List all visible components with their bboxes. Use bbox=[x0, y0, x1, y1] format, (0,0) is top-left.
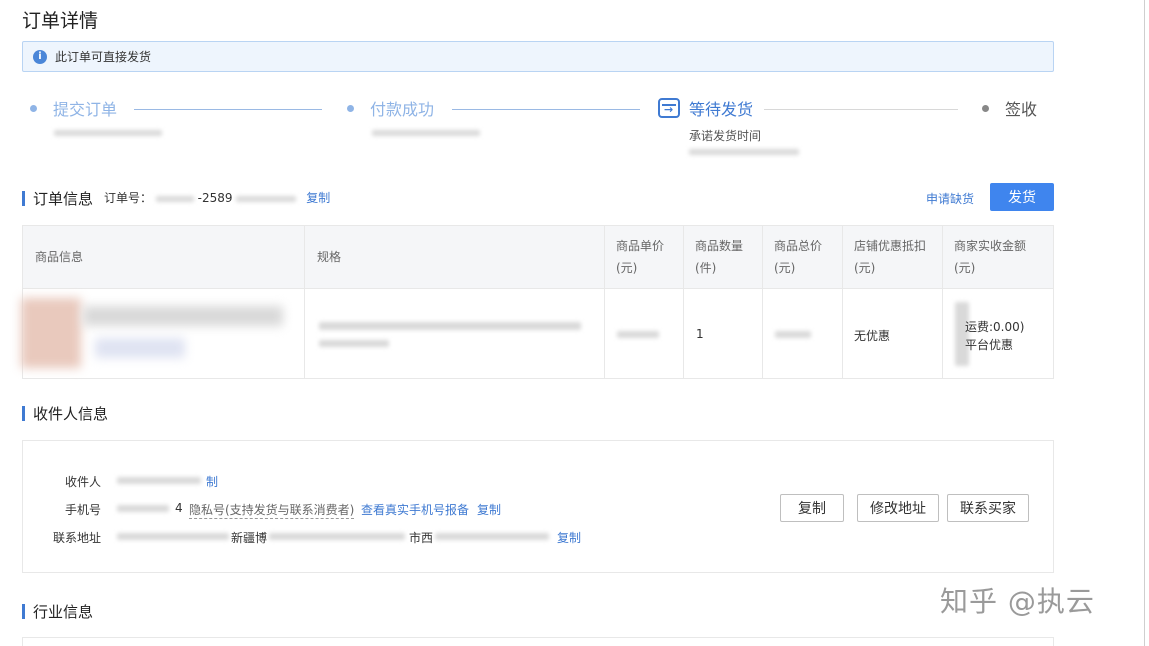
privacy-number-note: 隐私号(支持发货与联系消费者) bbox=[189, 503, 355, 519]
column-divider bbox=[842, 226, 843, 378]
section-title: 订单信息 bbox=[33, 190, 94, 208]
address-visible-part: 市西 bbox=[409, 531, 434, 545]
order-progress-steps: 提交订单 付款成功 等待发货 承诺发货时间 签收 bbox=[22, 96, 1054, 160]
edit-address-button[interactable]: 修改地址 bbox=[857, 494, 939, 522]
blurred-unit-price bbox=[617, 331, 659, 338]
step-dot bbox=[982, 104, 989, 112]
step-payment-success: 付款成功 bbox=[347, 96, 434, 120]
copy-order-number-link[interactable]: 复制 bbox=[306, 191, 330, 205]
column-divider bbox=[304, 226, 305, 378]
step-connector bbox=[452, 109, 640, 110]
header-line: 店铺优惠抵扣 bbox=[854, 239, 927, 253]
blurred-spec bbox=[319, 340, 389, 347]
column-divider bbox=[942, 226, 943, 378]
shipment-box-icon bbox=[658, 98, 680, 118]
address-label: 联系地址 bbox=[52, 531, 101, 545]
info-icon: i bbox=[33, 49, 47, 64]
blurred-time bbox=[689, 149, 799, 155]
order-items-table: 商品信息 规格 商品单价 (元) 商品数量 (件) 商品总价 (元) 店铺优惠抵… bbox=[21, 225, 1054, 379]
header-unit: (元) bbox=[954, 261, 976, 275]
blurred-spec bbox=[319, 322, 581, 330]
window-edge bbox=[1144, 0, 1145, 646]
cell-quantity: 1 bbox=[696, 327, 704, 341]
step-dot bbox=[30, 104, 37, 112]
phone-label: 手机号 bbox=[64, 503, 101, 517]
cell-platform-discount: 平台优惠 bbox=[965, 338, 1014, 352]
column-divider bbox=[683, 226, 684, 378]
blurred-phone bbox=[117, 505, 169, 512]
zhihu-watermark: 知乎 @执云 bbox=[940, 585, 1095, 618]
order-number-value: -2589 bbox=[197, 191, 233, 205]
promised-ship-time-label: 承诺发货时间 bbox=[689, 129, 762, 143]
blurred-product-name bbox=[95, 338, 185, 358]
section-accent-bar bbox=[22, 191, 25, 206]
copy-phone-link[interactable]: 复制 bbox=[477, 501, 501, 518]
phone-visible: 4 bbox=[175, 501, 183, 515]
step-awaiting-shipment: 等待发货 bbox=[658, 96, 753, 120]
blurred-time bbox=[54, 130, 162, 136]
header-unit: (件) bbox=[695, 261, 717, 275]
ship-button[interactable]: 发货 bbox=[990, 183, 1054, 211]
step-connector bbox=[134, 109, 322, 110]
header-line: 商品数量 bbox=[695, 239, 744, 253]
industry-info-panel bbox=[22, 637, 1054, 646]
notice-text: 此订单可直接发货 bbox=[55, 50, 152, 64]
blurred-receiver-name bbox=[117, 477, 201, 484]
order-number: 订单号： -2589 复制 bbox=[104, 189, 330, 206]
blurred-total-price bbox=[775, 331, 811, 338]
header-unit: (元) bbox=[774, 261, 796, 275]
page-title: 订单详情 bbox=[22, 10, 99, 32]
header-line: 商品单价 bbox=[616, 239, 665, 253]
header-shop-discount: 店铺优惠抵扣 (元) bbox=[854, 235, 926, 279]
column-divider bbox=[604, 226, 605, 378]
section-title: 收件人信息 bbox=[33, 405, 109, 423]
section-accent-bar bbox=[22, 604, 25, 619]
receiver-info-header: 收件人信息 bbox=[22, 403, 108, 424]
header-spec: 规格 bbox=[317, 250, 342, 264]
blurred-order-suffix bbox=[236, 195, 297, 202]
apply-shortage-link[interactable]: 申请缺货 bbox=[926, 190, 974, 207]
order-number-label: 订单号： bbox=[104, 191, 153, 205]
step-label: 提交订单 bbox=[53, 100, 118, 119]
contact-buyer-button[interactable]: 联系买家 bbox=[947, 494, 1029, 522]
step-signed: 签收 bbox=[982, 96, 1037, 120]
section-accent-bar bbox=[22, 406, 25, 421]
cell-shop-discount: 无优惠 bbox=[854, 329, 891, 343]
copy-receiver-button[interactable]: 复制 bbox=[780, 494, 844, 522]
header-product-info: 商品信息 bbox=[35, 250, 84, 264]
blurred-address bbox=[269, 533, 405, 540]
column-divider bbox=[762, 226, 763, 378]
address-visible-part: 新疆博 bbox=[231, 531, 268, 545]
step-label: 签收 bbox=[1005, 100, 1038, 119]
cell-shipping-fee: 运费:0.00) bbox=[965, 320, 1025, 334]
receiver-name-label: 收件人 bbox=[64, 475, 101, 489]
header-unit: (元) bbox=[616, 261, 638, 275]
header-line: 商家实收金额 bbox=[954, 239, 1027, 253]
section-title: 行业信息 bbox=[33, 603, 94, 621]
step-connector bbox=[764, 109, 958, 110]
header-total-price: 商品总价 (元) bbox=[774, 235, 822, 279]
copy-address-link[interactable]: 复制 bbox=[557, 529, 581, 546]
blurred-address bbox=[117, 533, 229, 540]
header-merchant-received: 商家实收金额 (元) bbox=[954, 235, 1026, 279]
header-quantity: 商品数量 (件) bbox=[695, 235, 743, 279]
header-unit-price: 商品单价 (元) bbox=[616, 235, 664, 279]
product-thumbnail bbox=[21, 298, 81, 368]
notice-banner: i 此订单可直接发货 bbox=[22, 41, 1054, 72]
step-dot bbox=[347, 104, 354, 112]
copy-name-link[interactable]: 制 bbox=[206, 473, 218, 490]
order-info-header: 订单信息 bbox=[22, 188, 93, 209]
blurred-product-name bbox=[83, 306, 283, 326]
blurred-address bbox=[435, 533, 549, 540]
header-unit: (元) bbox=[854, 261, 876, 275]
step-label: 等待发货 bbox=[689, 100, 754, 119]
receiver-info-panel: 收件人 制 手机号 4 隐私号(支持发货与联系消费者) 查看真实手机号报备 复制… bbox=[22, 440, 1054, 573]
step-label: 付款成功 bbox=[370, 100, 435, 119]
step-submit-order: 提交订单 bbox=[30, 96, 117, 120]
header-line: 商品总价 bbox=[774, 239, 823, 253]
industry-info-header: 行业信息 bbox=[22, 601, 93, 622]
blurred-order-prefix bbox=[155, 195, 194, 202]
view-real-phone-link[interactable]: 查看真实手机号报备 bbox=[361, 501, 469, 518]
blurred-time bbox=[372, 130, 480, 136]
